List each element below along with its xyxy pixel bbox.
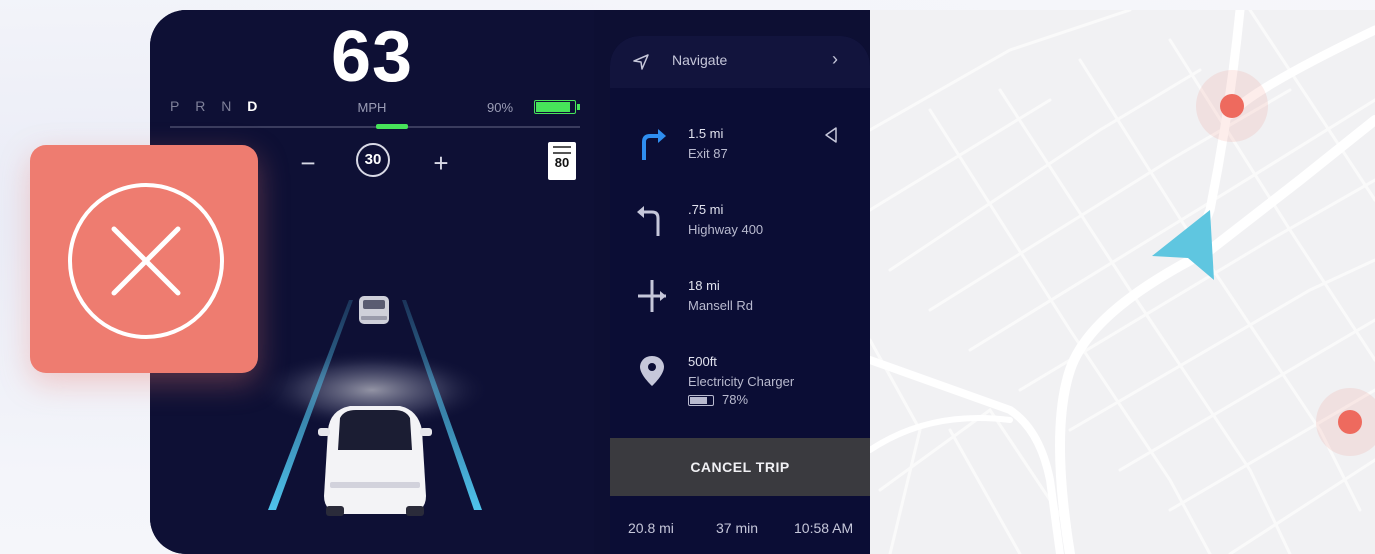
speed-limit-value: 80: [554, 155, 570, 170]
direction-step[interactable]: .75 mi Highway 400: [610, 192, 870, 268]
trip-duration: 37 min: [716, 520, 759, 536]
location-pin-icon: [640, 356, 664, 386]
step-place: Electricity Charger: [688, 374, 795, 389]
cruise-speed-limit[interactable]: 30: [356, 143, 390, 177]
step-distance: 500ft: [688, 354, 717, 369]
direction-step[interactable]: 18 mi Mansell Rd: [610, 268, 870, 344]
cruise-decrease-button[interactable]: −: [293, 148, 323, 179]
battery-nub: [577, 104, 580, 110]
speaker-icon[interactable]: [822, 126, 840, 144]
lead-vehicle-icon: [359, 296, 389, 324]
charger-percent: 78%: [722, 392, 749, 407]
gear-r: R: [195, 98, 212, 114]
status-track: [170, 126, 580, 128]
navigation-panel: Navigate › 1.5 mi Exit 87 .75 mi Highway…: [610, 36, 870, 554]
turn-right-arrow-icon: [642, 129, 666, 160]
battery-fill: [690, 397, 708, 405]
map-canvas[interactable]: [870, 10, 1375, 554]
step-distance: 1.5 mi: [688, 126, 724, 141]
trip-summary: 20.8 mi 37 min 10:58 AM: [610, 520, 870, 540]
battery-icon: [534, 100, 580, 114]
waypoint-marker-icon[interactable]: [1316, 388, 1375, 456]
trip-distance: 20.8 mi: [628, 520, 674, 536]
navigate-label: Navigate: [672, 52, 728, 68]
battery-fill: [536, 102, 571, 112]
step-place: Exit 87: [688, 146, 728, 161]
cruise-increase-button[interactable]: +: [426, 148, 456, 179]
direction-step[interactable]: 1.5 mi Exit 87: [610, 116, 870, 192]
map-view[interactable]: [870, 10, 1375, 554]
battery-icon: [688, 395, 714, 407]
navigation-arrow-icon: [633, 54, 649, 70]
close-circle-icon: [68, 183, 224, 339]
battery-percent: 90%: [487, 100, 514, 115]
charger-status: 78%: [688, 392, 748, 407]
gear-p: P: [170, 98, 186, 114]
gear-d: D: [247, 98, 264, 114]
error-badge: [30, 145, 258, 373]
turn-left-arrow-icon: [637, 206, 660, 236]
status-indicator: [376, 124, 408, 129]
chevron-right-icon[interactable]: ›: [832, 49, 838, 70]
cancel-trip-button[interactable]: CANCEL TRIP: [610, 438, 870, 496]
step-distance: .75 mi: [688, 202, 724, 217]
speed-limit-sign: 80: [548, 142, 576, 180]
step-distance: 18 mi: [688, 278, 720, 293]
speed-sign-header: [553, 146, 571, 154]
speed-readout: 63: [330, 17, 414, 97]
destination-marker-icon[interactable]: [1196, 70, 1268, 142]
arrival-time: 10:58 AM: [794, 520, 854, 536]
gear-n: N: [221, 98, 238, 114]
gear-selector: P R N D: [170, 98, 263, 114]
dashboard: 63 P R N D MPH 90% − 30 + 80 Navigate › …: [150, 10, 1375, 554]
speed-unit: MPH: [357, 100, 387, 115]
navigate-header[interactable]: Navigate ›: [610, 36, 870, 88]
step-place: Highway 400: [688, 222, 764, 237]
step-place: Mansell Rd: [688, 298, 754, 313]
street-grid: [870, 10, 1375, 554]
own-vehicle-icon: [318, 406, 432, 516]
intersection-icon: [638, 280, 666, 312]
direction-step[interactable]: 500ft Electricity Charger 78%: [610, 344, 870, 434]
